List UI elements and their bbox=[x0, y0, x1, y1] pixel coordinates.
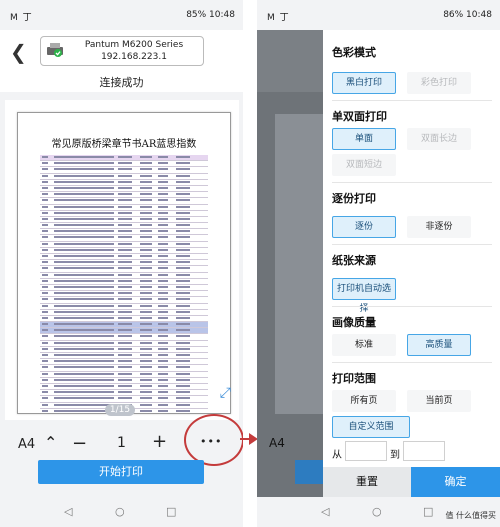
option-single-side[interactable]: 单面 bbox=[332, 128, 396, 150]
option-high-quality[interactable]: 高质量 bbox=[407, 334, 471, 356]
copies-value[interactable]: 1 bbox=[117, 435, 126, 451]
divider bbox=[332, 182, 492, 183]
nav-back-icon[interactable]: ◁ bbox=[64, 505, 72, 518]
range-from-label: 从 bbox=[332, 450, 342, 461]
confirm-button[interactable]: 确定 bbox=[411, 467, 500, 497]
status-right: 86% 10:48 bbox=[443, 10, 492, 20]
option-custom-range[interactable]: 自定义范围 bbox=[332, 416, 410, 438]
option-duplex-short[interactable]: 双面短边 bbox=[332, 154, 396, 176]
paper-size-value[interactable]: A4 bbox=[18, 437, 35, 452]
print-range-title: 打印范围 bbox=[332, 372, 376, 385]
status-bar: M 丁 85% 10:48 bbox=[0, 0, 243, 30]
right-screen: M 丁 86% 10:48 A4 色彩模式 黑白打印 彩色打印 单双面打印 单面… bbox=[257, 0, 500, 527]
printer-card[interactable]: Pantum M6200 Series 192.168.223.1 bbox=[40, 36, 204, 66]
page-indicator: 1/15 bbox=[105, 404, 135, 416]
status-right: 85% 10:48 bbox=[186, 10, 235, 20]
quality-title: 画像质量 bbox=[332, 316, 376, 329]
watermark: 值 什么值得买 bbox=[445, 511, 496, 520]
printer-ip: 192.168.223.1 bbox=[101, 52, 167, 62]
highlight-circle bbox=[184, 414, 243, 466]
preview-page[interactable]: 常见原版桥梁章节书AR蓝思指数 bbox=[17, 112, 231, 414]
paper-source-title: 纸张来源 bbox=[332, 254, 376, 267]
nav-recent-icon[interactable]: □ bbox=[423, 505, 433, 518]
divider bbox=[332, 306, 492, 307]
document-table bbox=[40, 155, 208, 413]
option-current-page[interactable]: 当前页 bbox=[407, 390, 471, 412]
option-black-white[interactable]: 黑白打印 bbox=[332, 72, 396, 94]
option-all-pages[interactable]: 所有页 bbox=[332, 390, 396, 412]
status-bar: M 丁 86% 10:48 bbox=[257, 0, 500, 30]
divider bbox=[332, 100, 492, 101]
nav-back-icon[interactable]: ◁ bbox=[321, 505, 329, 518]
option-color[interactable]: 彩色打印 bbox=[407, 72, 471, 94]
printer-icon bbox=[47, 43, 63, 57]
divider bbox=[332, 244, 492, 245]
status-left: M 丁 bbox=[267, 13, 290, 23]
back-arrow-icon[interactable]: ❮ bbox=[10, 40, 27, 64]
printer-header: ❮ Pantum M6200 Series 192.168.223.1 连接成功 bbox=[0, 30, 243, 92]
option-auto-tray[interactable]: 打印机自动选择 bbox=[332, 278, 396, 314]
divider bbox=[332, 362, 492, 363]
option-standard[interactable]: 标准 bbox=[332, 334, 396, 356]
document-title: 常见原版桥梁章节书AR蓝思指数 bbox=[51, 139, 197, 150]
print-settings-panel: 色彩模式 黑白打印 彩色打印 单双面打印 单面 双面长边 双面短边 逐份打印 逐… bbox=[323, 30, 500, 497]
printer-model: Pantum M6200 Series bbox=[84, 40, 184, 50]
increase-copies-button[interactable]: + bbox=[152, 431, 167, 452]
color-mode-title: 色彩模式 bbox=[332, 46, 376, 59]
range-to-input[interactable] bbox=[403, 441, 445, 461]
left-screen: M 丁 85% 10:48 ❮ Pantum M6200 Series 192.… bbox=[0, 0, 243, 527]
range-to-label: 到 bbox=[390, 450, 400, 461]
nav-home-icon[interactable]: ○ bbox=[372, 505, 382, 518]
printer-name: Pantum M6200 Series 192.168.223.1 bbox=[67, 39, 201, 63]
expand-icon[interactable]: ⤢ bbox=[220, 385, 231, 401]
collate-title: 逐份打印 bbox=[332, 192, 376, 205]
start-print-button[interactable]: 开始打印 bbox=[38, 460, 204, 484]
option-no-collate[interactable]: 非逐份 bbox=[407, 216, 471, 238]
nav-recent-icon[interactable]: □ bbox=[166, 505, 176, 518]
connection-status: 连接成功 bbox=[99, 76, 144, 89]
chevron-up-icon[interactable]: ⌃ bbox=[44, 433, 57, 452]
reset-button[interactable]: 重置 bbox=[323, 467, 411, 497]
print-preview: 常见原版桥梁章节书AR蓝思指数 ⤢ bbox=[5, 100, 239, 420]
status-left: M 丁 bbox=[10, 13, 33, 23]
duplex-title: 单双面打印 bbox=[332, 110, 387, 123]
option-duplex-long[interactable]: 双面长边 bbox=[407, 128, 471, 150]
option-collate[interactable]: 逐份 bbox=[332, 216, 396, 238]
check-badge-icon bbox=[54, 49, 62, 57]
nav-home-icon[interactable]: ○ bbox=[115, 505, 125, 518]
decrease-copies-button[interactable]: − bbox=[72, 433, 87, 454]
range-from-input[interactable] bbox=[345, 441, 387, 461]
nav-bar: ◁ ○ □ bbox=[0, 497, 243, 527]
dimmed-paper-size: A4 bbox=[269, 436, 285, 450]
